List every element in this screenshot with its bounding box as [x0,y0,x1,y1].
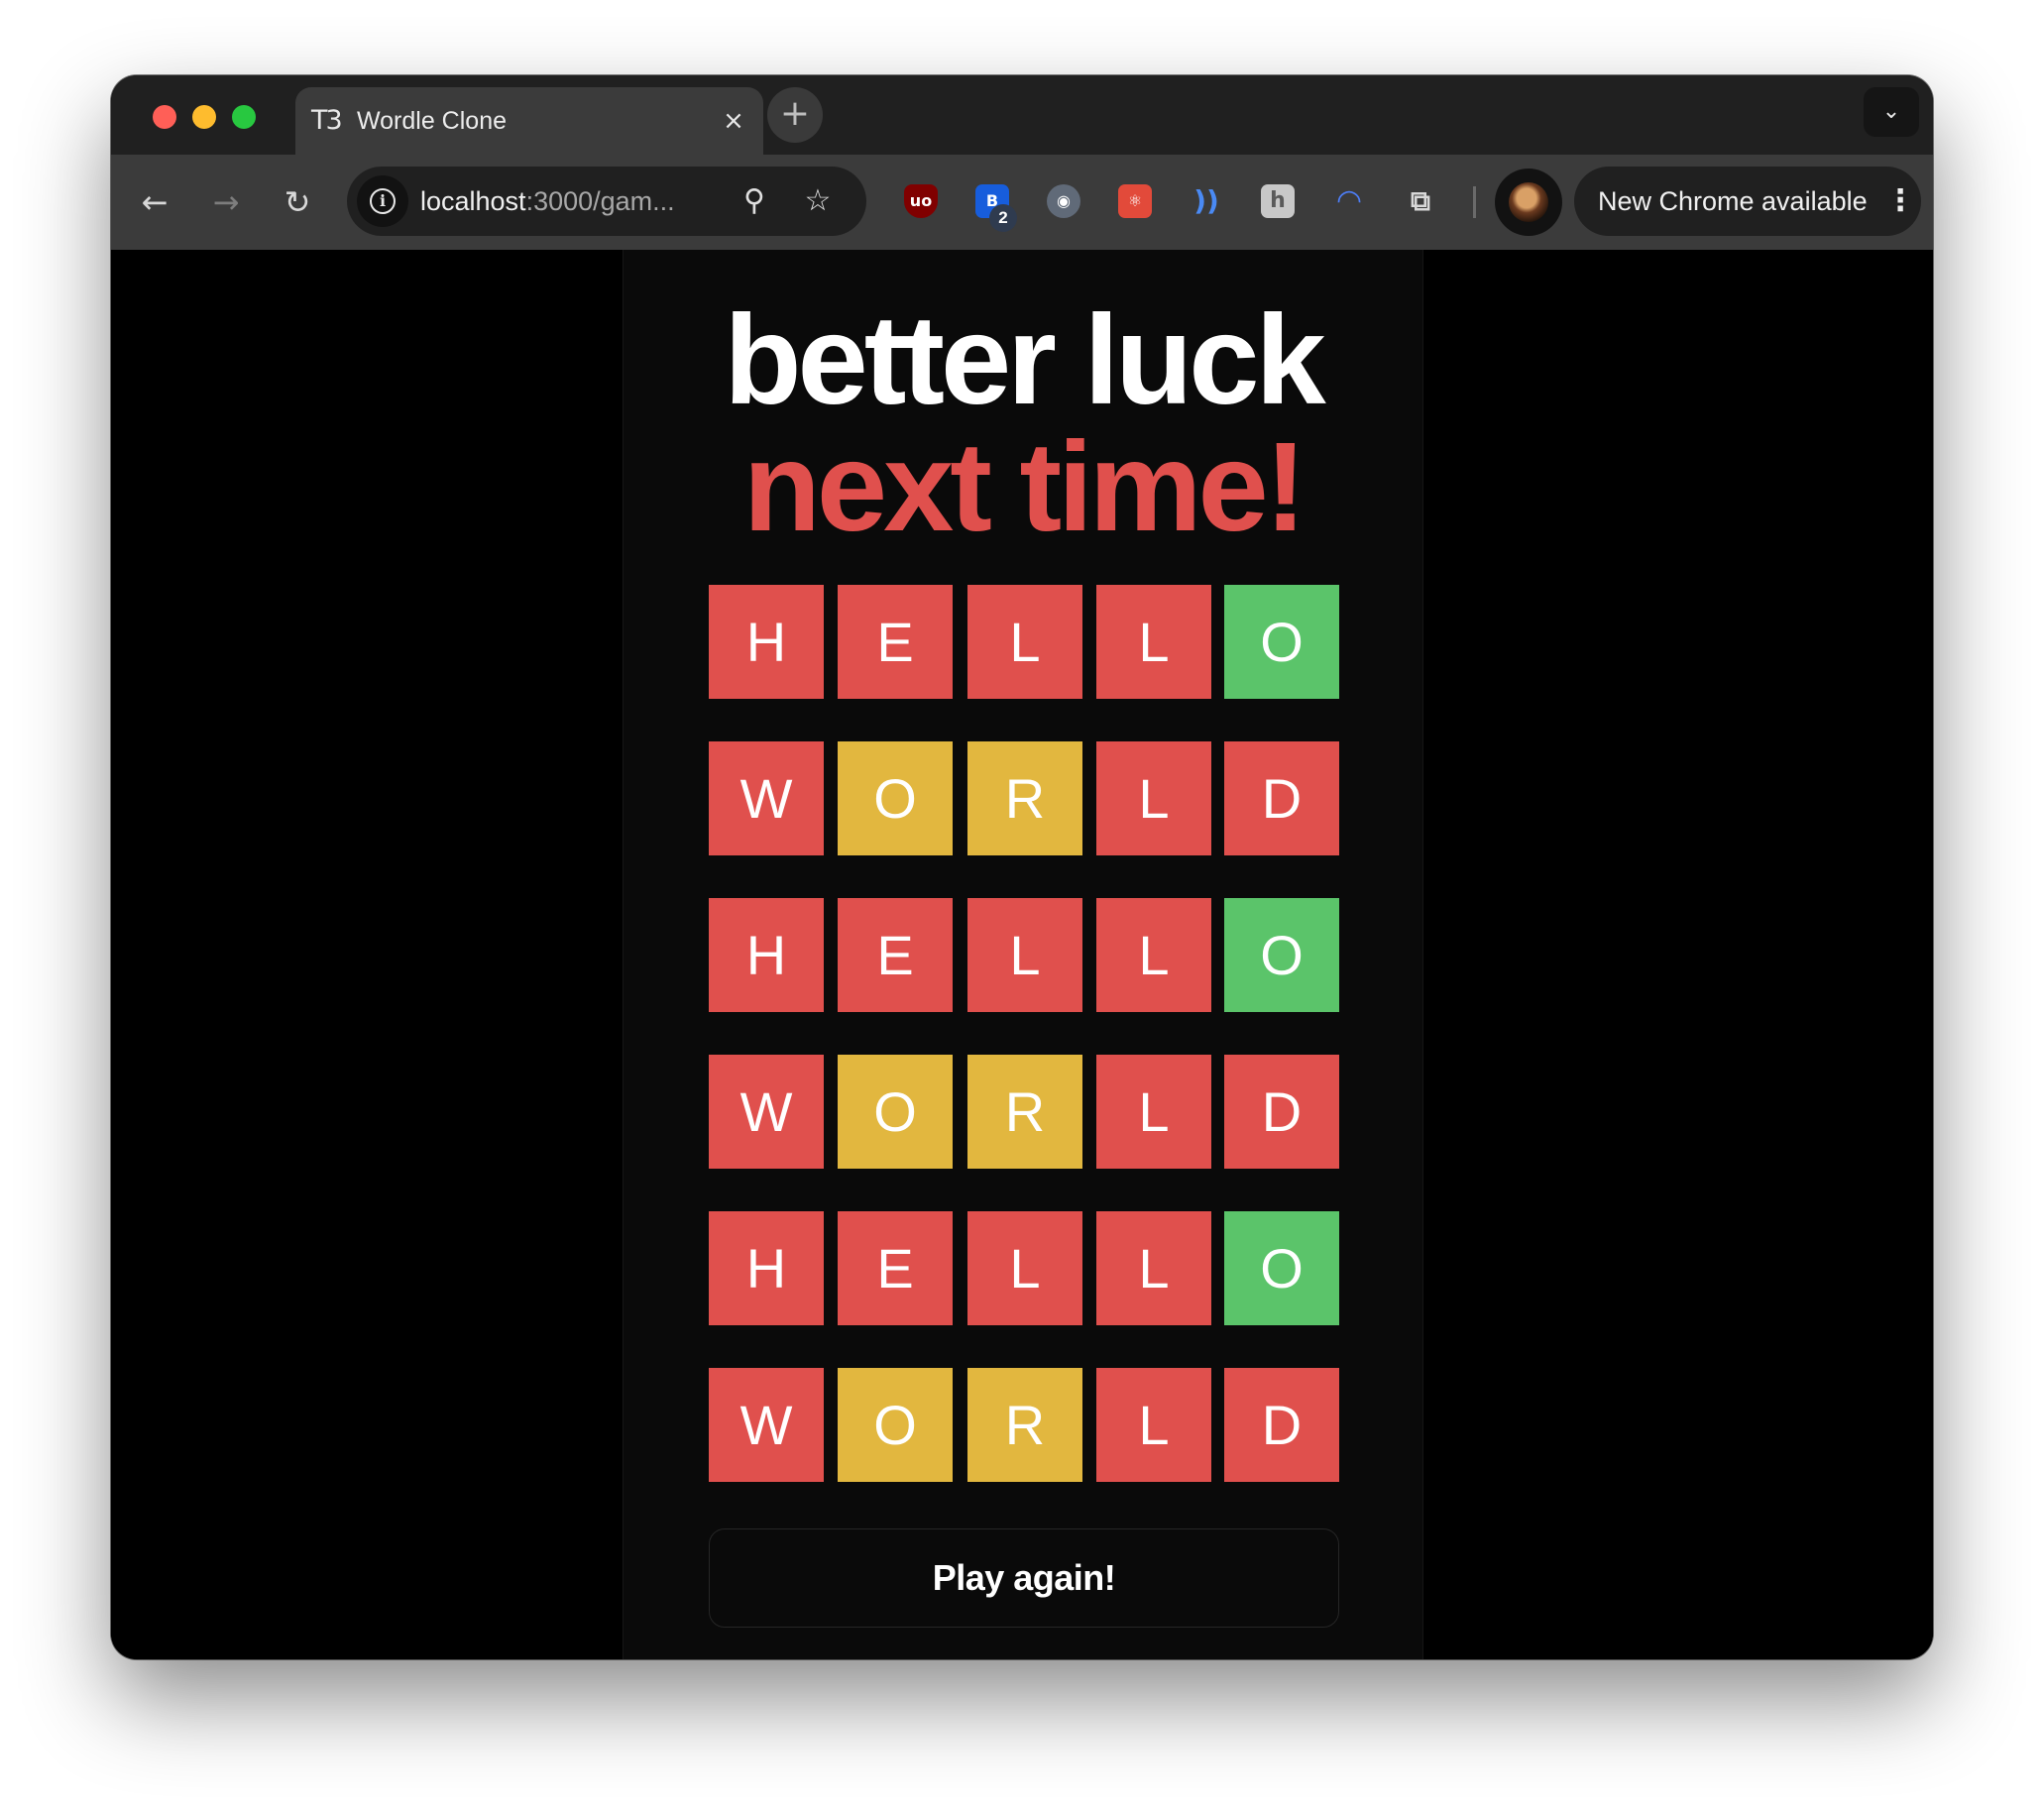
letter-tile: D [1224,741,1339,855]
tab-search-button[interactable]: ⌄ [1864,87,1919,137]
h-extension-icon[interactable]: h [1261,184,1295,218]
close-window-button[interactable] [153,105,176,129]
toolbar-divider [1473,186,1476,218]
letter-tile: W [709,1368,824,1482]
wave-icon[interactable]: )) [1190,184,1223,218]
new-tab-button[interactable]: + [767,87,823,143]
letter-tile: L [1096,1055,1211,1169]
update-label: New Chrome available [1598,186,1868,216]
arc-icon[interactable]: ◠ [1332,184,1366,218]
letter-tile: E [838,585,953,699]
browser-window: T3 Wordle Clone × + ⌄ ← → ↻ i localhost:… [111,75,1933,1659]
letter-tile: L [967,1211,1082,1325]
board-row: WORLD [709,1368,1339,1482]
letter-tile: O [838,741,953,855]
headline-line-1: better luck [724,289,1325,431]
reload-icon[interactable]: ↻ [276,180,319,224]
letter-tile: D [1224,1368,1339,1482]
bitwarden-badge: 2 [989,204,1017,232]
letter-tile: W [709,741,824,855]
kebab-menu-icon[interactable]: ⋮ [1885,183,1915,219]
letter-tile: O [838,1055,953,1169]
t3-favicon-icon: T3 [311,105,343,136]
board-row: HELLO [709,898,1339,1012]
board-row: WORLD [709,1055,1339,1169]
letter-tile: O [838,1368,953,1482]
react-devtools-icon[interactable]: ⚛ [1118,184,1152,218]
game-panel: better luck next time! HELLOWORLDHELLOWO… [623,250,1423,1659]
letter-tile: L [1096,1211,1211,1325]
board-row: WORLD [709,741,1339,855]
forward-arrow-icon[interactable]: → [204,180,248,224]
tab-wordle-clone[interactable]: T3 Wordle Clone × [295,87,763,155]
letter-tile: E [838,898,953,1012]
zoom-icon[interactable]: ⚲ [736,182,773,220]
letter-tile: L [1096,741,1211,855]
letter-tile: O [1224,1211,1339,1325]
letter-tile: R [967,1368,1082,1482]
letter-tile: O [1224,898,1339,1012]
page-content: better luck next time! HELLOWORLDHELLOWO… [111,250,1933,1659]
letter-tile: H [709,585,824,699]
site-info-button[interactable]: i [357,175,408,227]
tab-strip: T3 Wordle Clone × + ⌄ [111,75,1933,155]
letter-tile: L [1096,1368,1211,1482]
letter-tile: E [838,1211,953,1325]
browser-toolbar: ← → ↻ i localhost:3000/gam... ⚲ ☆ uo B 2… [111,155,1933,250]
close-tab-icon[interactable]: × [718,105,749,137]
ublock-origin-icon[interactable]: uo [904,184,938,218]
profile-avatar[interactable] [1495,169,1562,236]
letter-tile: D [1224,1055,1339,1169]
maximize-window-button[interactable] [232,105,256,129]
game-board: HELLOWORLDHELLOWORLDHELLOWORLD [709,585,1339,1525]
letter-tile: L [967,585,1082,699]
minimize-window-button[interactable] [192,105,216,129]
letter-tile: W [709,1055,824,1169]
letter-tile: L [1096,898,1211,1012]
bookmark-star-icon[interactable]: ☆ [799,182,837,220]
url-host: localhost [420,186,526,216]
letter-tile: L [1096,585,1211,699]
headline-line-2: next time! [742,416,1307,558]
spy-icon[interactable]: ◉ [1047,184,1080,218]
letter-tile: H [709,898,824,1012]
letter-tile: L [967,898,1082,1012]
play-again-button[interactable]: Play again! [709,1528,1339,1628]
info-icon: i [370,188,396,214]
url-path: :3000/gam... [525,186,675,216]
chrome-update-button[interactable]: New Chrome available ⋮ [1574,167,1921,236]
address-bar[interactable]: i localhost:3000/gam... ⚲ ☆ [347,167,866,236]
letter-tile: R [967,741,1082,855]
board-row: HELLO [709,585,1339,699]
url-text[interactable]: localhost:3000/gam... [420,186,675,216]
letter-tile: O [1224,585,1339,699]
tab-title: Wordle Clone [357,107,508,135]
letter-tile: H [709,1211,824,1325]
avatar-image [1509,182,1548,222]
back-arrow-icon[interactable]: ← [133,180,176,224]
puzzle-icon[interactable]: ⧉ [1404,184,1437,218]
letter-tile: R [967,1055,1082,1169]
board-row: HELLO [709,1211,1339,1325]
